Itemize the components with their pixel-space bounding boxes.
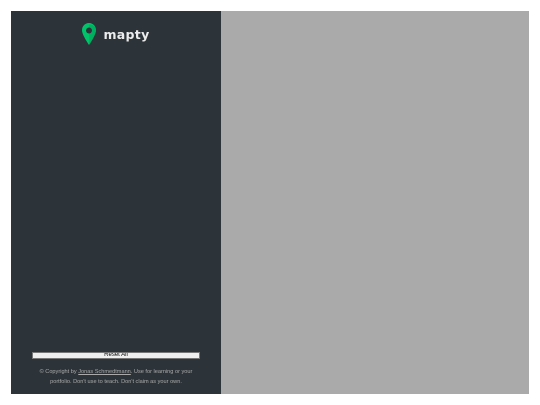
- reset-all-button[interactable]: Reset All: [32, 352, 200, 359]
- logo: mapty: [11, 23, 221, 45]
- logo-text: mapty: [103, 26, 150, 42]
- copyright-prefix: © Copyright by: [39, 368, 79, 375]
- sidebar: mapty Reset All © Copyright by Jonas Sch…: [11, 11, 221, 394]
- app-container: mapty Reset All © Copyright by Jonas Sch…: [11, 11, 529, 394]
- map[interactable]: [221, 11, 529, 394]
- map-pin-icon: [82, 23, 97, 45]
- workout-list: [23, 75, 209, 322]
- author-link[interactable]: Jonas Schmedtmann: [78, 369, 131, 375]
- copyright-text: © Copyright by Jonas Schmedtmann. Use fo…: [29, 367, 203, 387]
